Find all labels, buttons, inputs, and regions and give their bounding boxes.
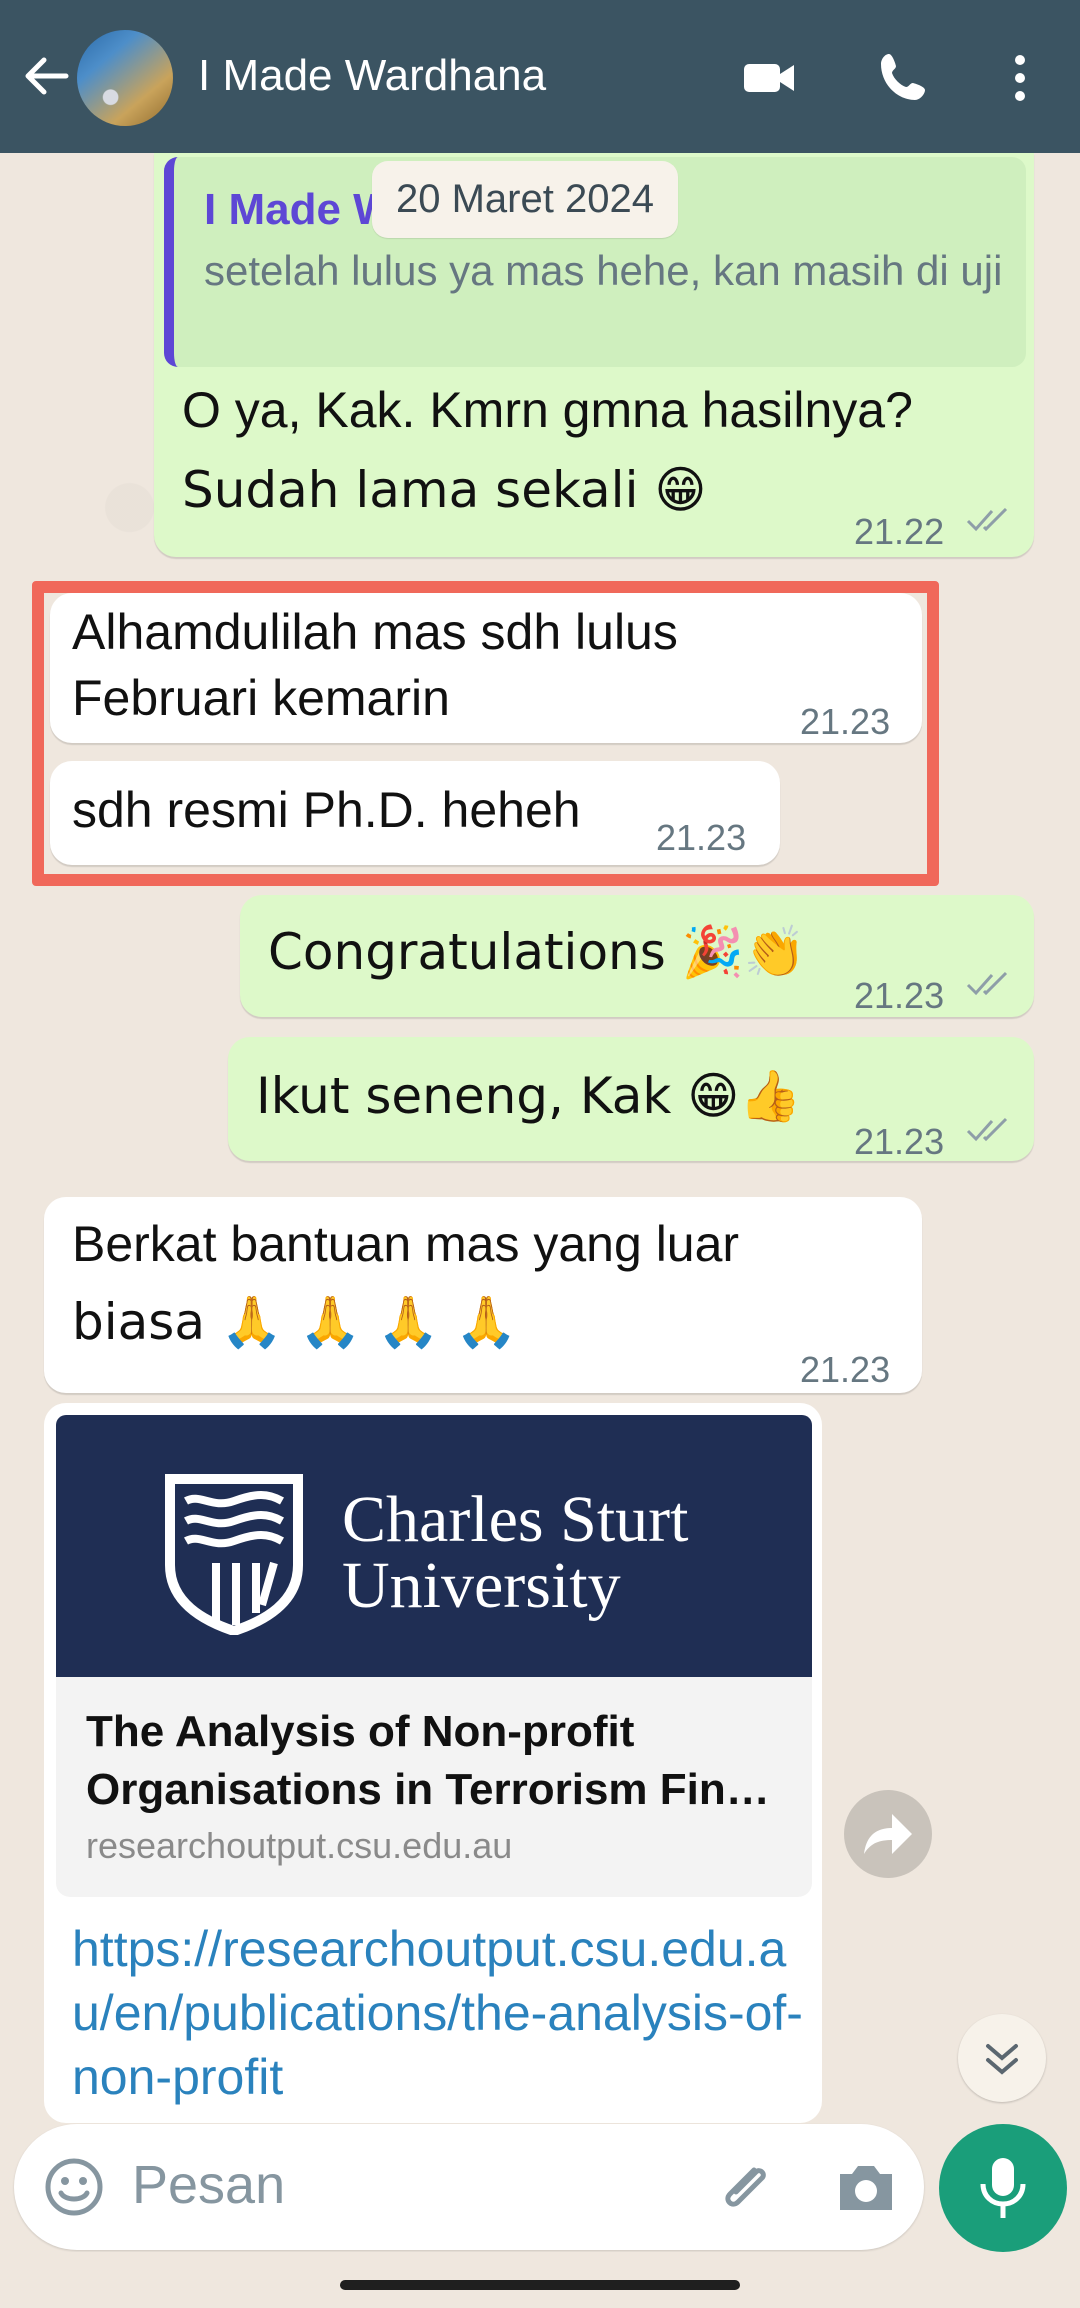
mic-button[interactable]	[939, 2124, 1067, 2252]
message-time: 21.22	[854, 511, 945, 552]
forward-button[interactable]	[844, 1790, 932, 1878]
forward-icon	[864, 1814, 912, 1854]
more-options-icon[interactable]	[1000, 48, 1040, 108]
link-preview-image[interactable]: Charles Sturt University	[56, 1415, 812, 1677]
message-text-line: Berkat bantuan mas yang luar	[72, 1216, 740, 1272]
message-time: 21.23	[854, 975, 945, 1016]
message-time: 21.23	[854, 1121, 945, 1162]
quoted-sender: I Made W	[204, 185, 395, 234]
chat-header: I Made Wardhana	[0, 0, 1080, 153]
home-indicator[interactable]	[340, 2280, 740, 2290]
message-incoming[interactable]: Berkat bantuan mas yang luar biasa 🙏 🙏 🙏…	[44, 1197, 922, 1393]
link-preview-title: The Analysis of Non-profit Organisations…	[86, 1707, 770, 1814]
message-input[interactable]: Pesan	[132, 2154, 285, 2216]
date-chip: 20 Maret 2024	[372, 161, 678, 238]
message-input-bar[interactable]: Pesan	[14, 2124, 924, 2250]
avatar[interactable]	[77, 30, 173, 126]
emoji-icon[interactable]	[42, 2155, 106, 2219]
message-text-line: Sudah lama sekali 😁	[182, 461, 707, 519]
message-outgoing[interactable]: Ikut seneng, Kak 😁👍 21.23	[228, 1037, 1034, 1162]
chat-screen: I Made Wardhana I Made W setelah lulus y…	[0, 0, 1080, 2308]
link-preview-body[interactable]: The Analysis of Non-profit Organisations…	[56, 1677, 812, 1897]
university-logo-text: Charles Sturt University	[342, 1483, 689, 1622]
message-text: Congratulations 🎉👏	[268, 923, 807, 981]
link-message[interactable]: Charles Sturt University The Analysis of…	[44, 1403, 822, 2123]
quoted-text: setelah lulus ya mas hehe, kan masih di …	[204, 247, 1003, 294]
contact-name[interactable]: I Made Wardhana	[198, 48, 546, 104]
mic-icon	[980, 2158, 1026, 2218]
message-text-line: O ya, Kak. Kmrn gmna hasilnya?	[182, 382, 913, 438]
camera-icon[interactable]	[834, 2158, 898, 2216]
back-arrow-icon[interactable]	[18, 48, 74, 104]
link-preview-domain: researchoutput.csu.edu.au	[86, 1825, 513, 1866]
double-check-icon	[966, 1117, 1008, 1142]
scroll-down-button[interactable]	[958, 2014, 1046, 2102]
message-text: Ikut seneng, Kak 😁👍	[256, 1067, 802, 1125]
message-time: 21.23	[800, 1349, 891, 1390]
attach-icon[interactable]	[714, 2156, 778, 2220]
message-text-line: biasa 🙏 🙏 🙏 🙏	[72, 1293, 518, 1351]
double-check-icon	[966, 971, 1008, 996]
highlight-box	[32, 581, 939, 886]
message-text: Berkat bantuan mas yang luar biasa 🙏 🙏 🙏…	[72, 1211, 739, 1355]
message-outgoing[interactable]: Congratulations 🎉👏 21.23	[240, 895, 1034, 1017]
double-check-icon	[966, 507, 1008, 532]
message-text: O ya, Kak. Kmrn gmna hasilnya? Sudah lam…	[182, 377, 913, 523]
message-link[interactable]: https://researchoutput.csu.edu.au/en/pub…	[72, 1917, 812, 2109]
university-logo-icon	[165, 1474, 303, 1635]
scroll-down-icon	[986, 2044, 1018, 2075]
phone-call-icon[interactable]	[873, 48, 933, 108]
video-call-icon[interactable]	[740, 48, 800, 108]
